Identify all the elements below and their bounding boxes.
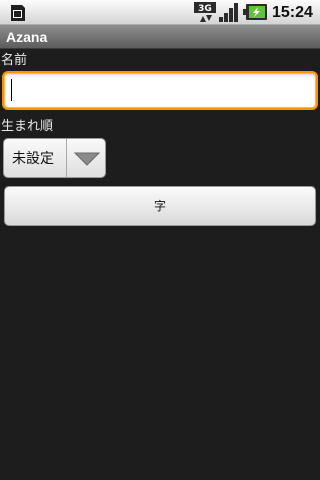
sd-card-icon <box>11 5 25 21</box>
name-label: 名前 <box>1 53 28 68</box>
app-title: Azana <box>6 29 48 45</box>
dropdown-arrow-icon <box>74 152 100 166</box>
char-button[interactable]: 字 <box>4 186 316 226</box>
app-screen: 3G 15:24 Azana 名前 生まれ順 未設定 字 <box>0 0 320 480</box>
birth-order-label: 生まれ順 <box>1 119 54 134</box>
spinner-divider <box>66 139 67 177</box>
status-bar: 3G 15:24 <box>0 0 320 25</box>
3g-data-icon: 3G <box>194 2 216 22</box>
text-cursor <box>11 79 12 101</box>
birth-order-spinner[interactable]: 未設定 <box>3 138 106 178</box>
title-bar: Azana <box>0 25 320 49</box>
battery-charging-icon <box>243 4 267 20</box>
birth-order-selected-value: 未設定 <box>12 151 54 167</box>
name-input[interactable] <box>2 71 318 110</box>
signal-strength-icon <box>219 3 238 22</box>
status-clock: 15:24 <box>272 4 313 21</box>
network-type-text: 3G <box>198 4 212 14</box>
